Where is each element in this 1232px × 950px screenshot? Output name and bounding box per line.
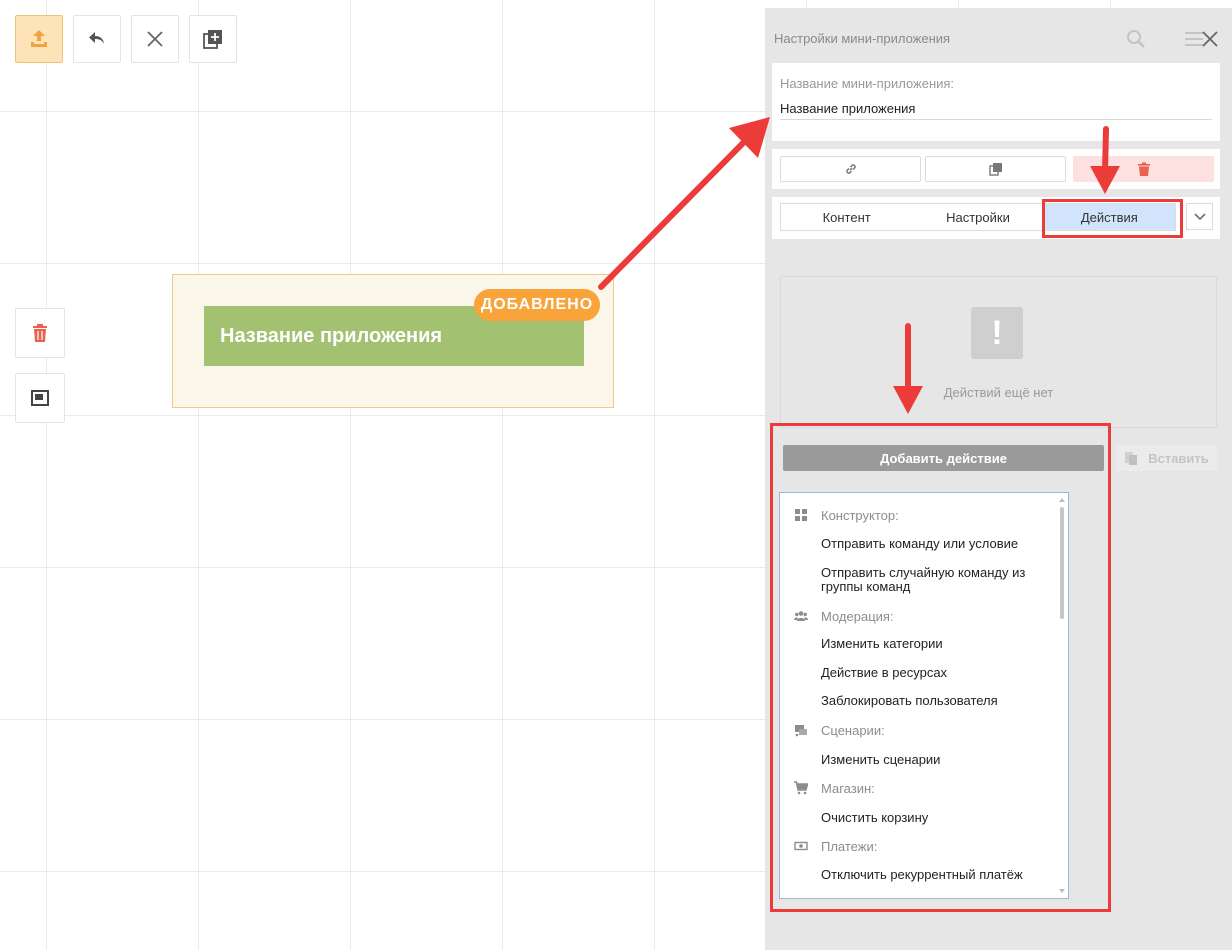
- tab-bar: Контент Настройки Действия: [780, 203, 1176, 231]
- link-button[interactable]: [780, 156, 921, 182]
- paste-icon: [1125, 452, 1138, 465]
- tab-content[interactable]: Контент: [781, 204, 912, 230]
- list-item[interactable]: Отправить команду или условие: [821, 537, 1041, 551]
- cancel-button[interactable]: [131, 15, 179, 63]
- added-badge: ДОБАВЛЕНО: [474, 289, 600, 321]
- tab-more-button[interactable]: [1186, 203, 1213, 230]
- trash-icon: [1137, 162, 1150, 176]
- list-item[interactable]: Изменить категории: [821, 637, 1041, 651]
- money-icon: [794, 841, 808, 851]
- actions-card: [772, 149, 1220, 189]
- group-label: Сценарии:: [821, 722, 885, 738]
- scroll-up-icon: [1059, 498, 1065, 502]
- app-block-title: Название приложения: [220, 324, 443, 347]
- cart-icon: [794, 781, 808, 795]
- chevron-down-icon: [1193, 212, 1206, 220]
- group-label: Платежи:: [821, 838, 878, 854]
- exclamation-icon: !: [971, 307, 1023, 359]
- group-constructor: Конструктор:: [780, 504, 1056, 526]
- list-item[interactable]: Очистить корзину: [821, 811, 1041, 825]
- name-label: Название мини-приложения:: [780, 76, 955, 91]
- panel-title: Настройки мини-приложения: [774, 31, 951, 46]
- duplicate-button[interactable]: [925, 156, 1066, 182]
- resize-frame-icon: [31, 390, 49, 406]
- arrow-to-name-field: [598, 117, 770, 290]
- list-item[interactable]: Заблокировать пользователя: [821, 694, 1041, 708]
- scroll-thumb[interactable]: [1060, 507, 1064, 619]
- group-payments: Платежи:: [780, 835, 1056, 857]
- list-item[interactable]: Действие в ресурсах: [821, 666, 1041, 680]
- group-label: Конструктор:: [821, 507, 899, 523]
- undo-icon: [89, 32, 104, 44]
- paste-button[interactable]: Вставить: [1116, 445, 1217, 471]
- action-type-dropdown[interactable]: Конструктор: Отправить команду или услов…: [779, 492, 1069, 899]
- trash-icon: [33, 324, 47, 342]
- group-moderation: Модерация:: [780, 605, 1056, 627]
- tab-actions[interactable]: Действия: [1043, 204, 1175, 230]
- copy-icon: [988, 163, 1002, 176]
- close-icon: [147, 31, 163, 47]
- undo-button[interactable]: [73, 15, 121, 63]
- upload-button[interactable]: [15, 15, 63, 63]
- users-icon: [794, 611, 808, 621]
- empty-actions-box: ! Действий ещё нет: [780, 276, 1217, 428]
- group-label: Модерация:: [821, 608, 894, 624]
- add-copy-button[interactable]: [189, 15, 237, 63]
- app-name-input[interactable]: [780, 97, 1212, 120]
- empty-actions-text: Действий ещё нет: [943, 385, 1054, 400]
- delete-block-button[interactable]: [15, 308, 65, 358]
- group-shop: Магазин:: [780, 777, 1056, 799]
- paste-label: Вставить: [1148, 450, 1209, 466]
- group-label: Магазин:: [821, 780, 875, 796]
- tabs-card: Контент Настройки Действия: [772, 197, 1220, 239]
- name-card: Название мини-приложения:: [772, 63, 1220, 141]
- grid-icon: [795, 509, 807, 521]
- add-copy-icon: [203, 30, 222, 49]
- list-item[interactable]: Изменить сценарии: [821, 753, 1041, 767]
- list-item[interactable]: Отправить случайную команду из группы ко…: [821, 566, 1041, 594]
- link-icon: [845, 164, 856, 174]
- scroll-down-icon: [1059, 889, 1065, 893]
- delete-button[interactable]: [1073, 156, 1214, 182]
- list-item[interactable]: Отключить рекуррентный платёж: [821, 868, 1041, 882]
- search-icon: [1127, 30, 1145, 48]
- tab-settings[interactable]: Настройки: [912, 204, 1043, 230]
- upload-icon: [31, 30, 47, 47]
- group-scenarios: Сценарии:: [780, 719, 1056, 741]
- resize-block-button[interactable]: [15, 373, 65, 423]
- close-icon: [1202, 31, 1218, 47]
- dropdown-scrollbar[interactable]: [1058, 495, 1066, 896]
- add-action-button[interactable]: Добавить действие: [783, 445, 1104, 471]
- scenarios-icon: [795, 725, 807, 737]
- panel-close-button[interactable]: [1197, 26, 1223, 52]
